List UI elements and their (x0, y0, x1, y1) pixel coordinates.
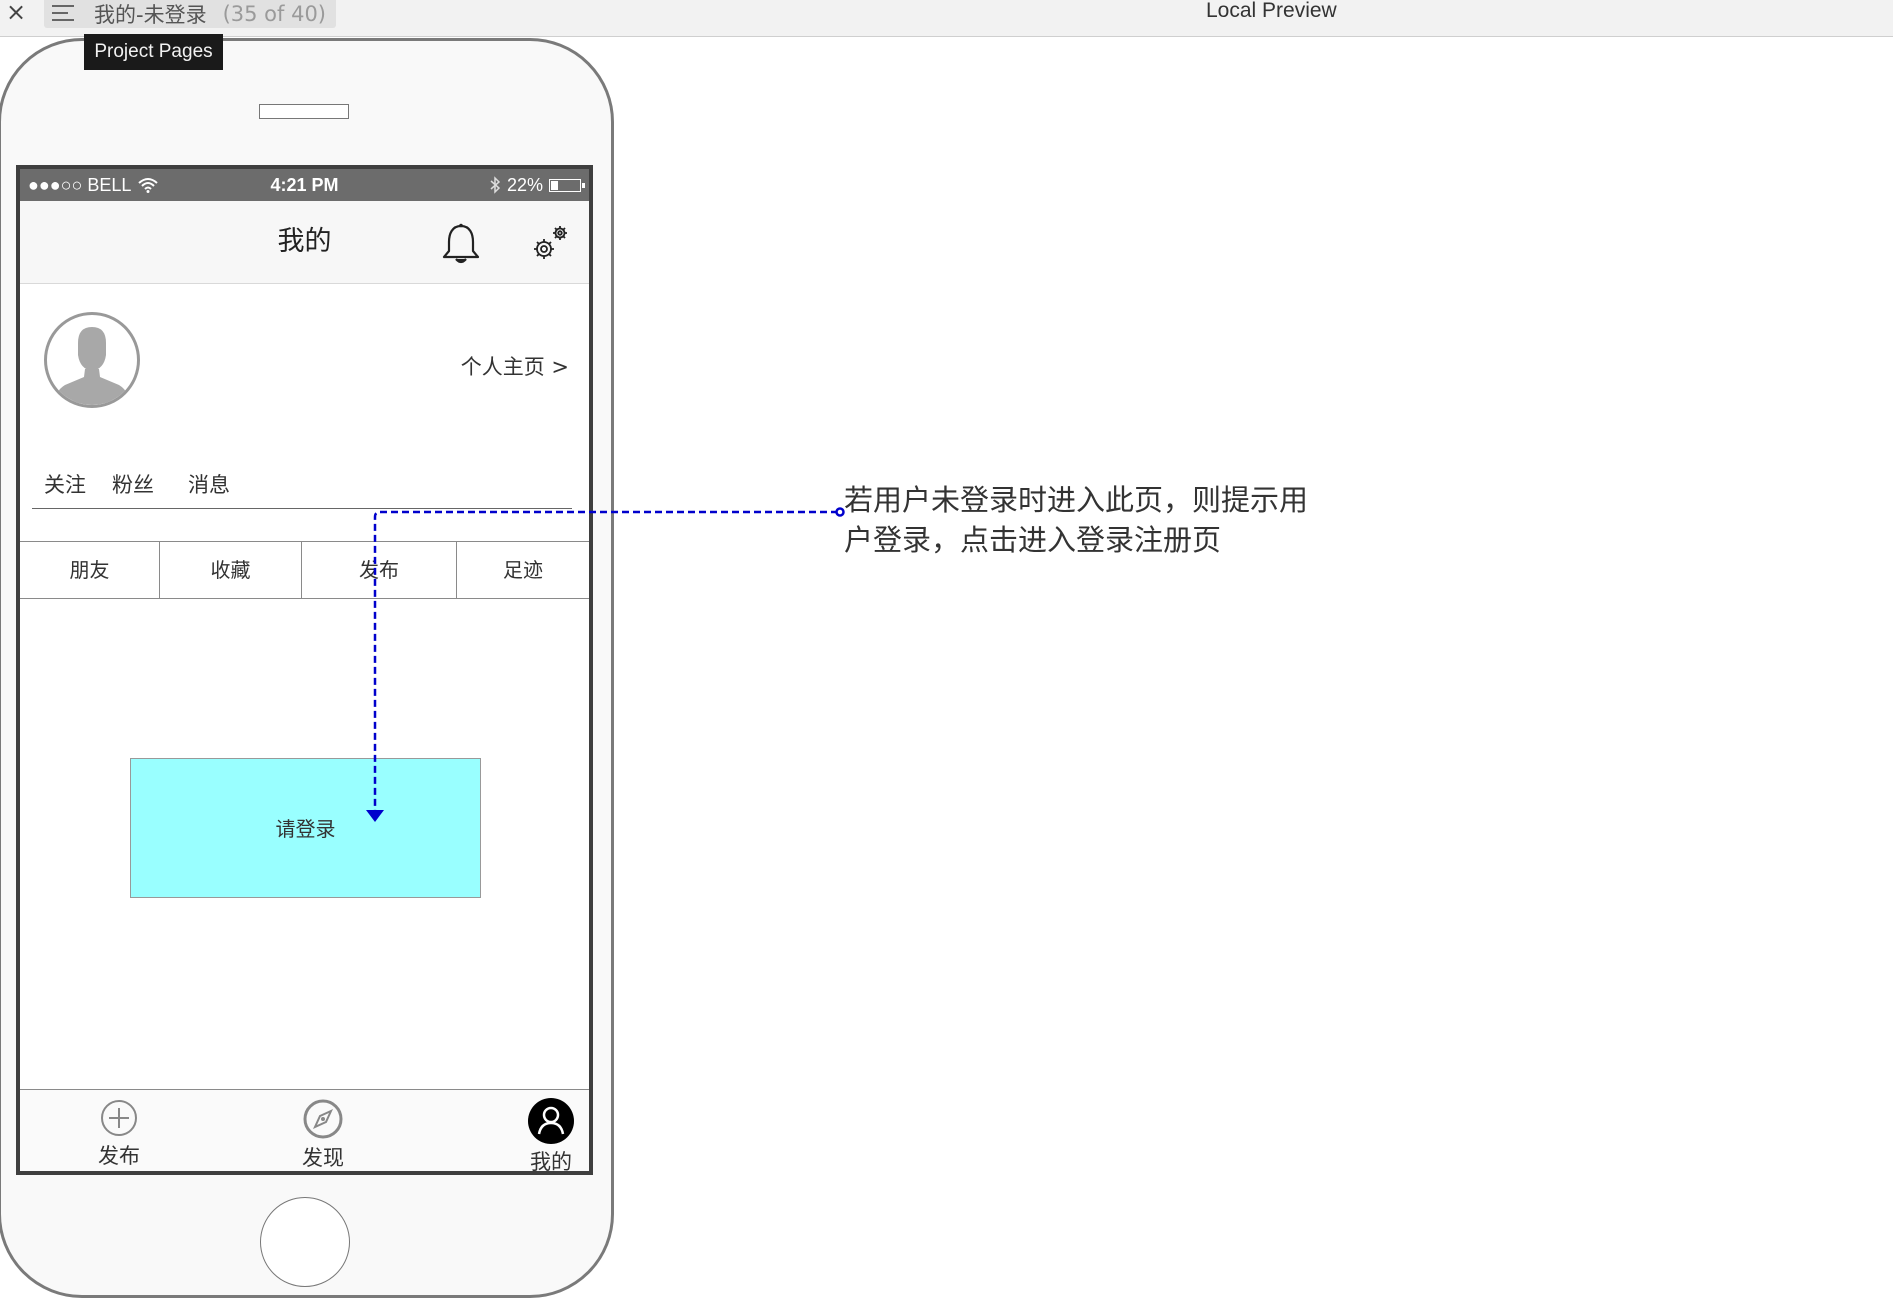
project-pages-tooltip: Project Pages (84, 34, 223, 70)
annotation-note: 若用户未登录时进入此页，则提示用户登录，点击进入登录注册页 (844, 483, 1309, 557)
annotation-connector (366, 507, 845, 822)
